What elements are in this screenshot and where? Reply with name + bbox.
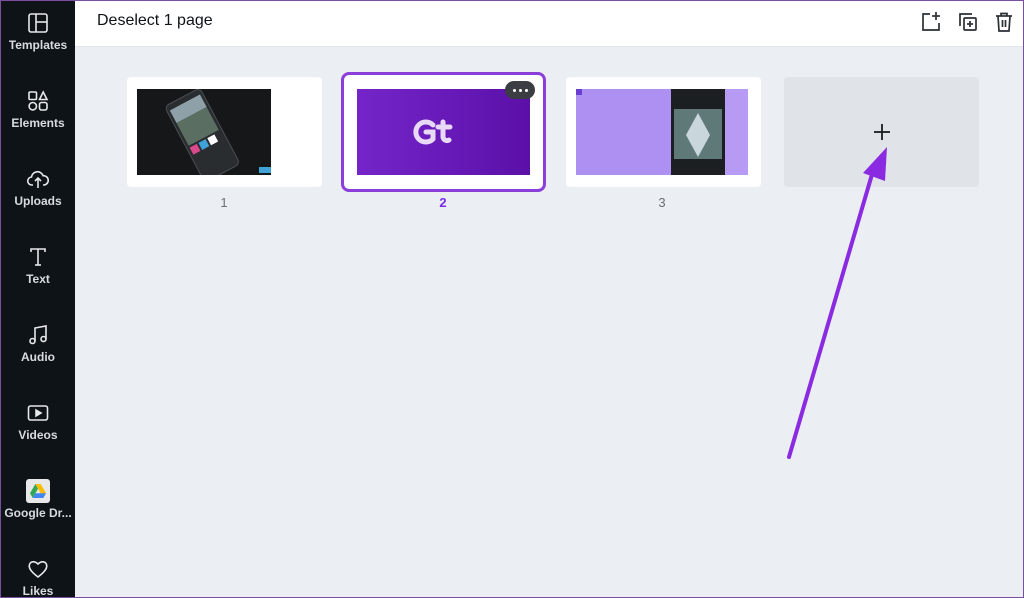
elements-icon <box>28 90 49 111</box>
add-page-button[interactable] <box>918 9 944 35</box>
deselect-pages-link[interactable]: Deselect 1 page <box>97 12 213 30</box>
header-bar: Deselect 1 page <box>75 1 1023 47</box>
page-number-3: 3 <box>658 195 666 210</box>
page-1-image <box>137 89 271 175</box>
dot-icon <box>512 88 516 92</box>
page-thumbnail-1[interactable] <box>127 77 322 187</box>
add-page-icon <box>922 12 940 31</box>
sidebar-item-label: Likes <box>22 584 54 598</box>
sidebar-item-likes[interactable]: Likes <box>1 547 75 598</box>
plus-icon <box>873 124 890 140</box>
sidebar-item-label: Videos <box>18 428 58 442</box>
phone-photo-image <box>137 89 271 175</box>
sidebar-item-videos[interactable]: Videos <box>1 391 75 453</box>
sidebar-item-uploads[interactable]: Uploads <box>1 157 75 219</box>
sidebar-item-label: Elements <box>11 116 65 130</box>
duplicate-page-icon <box>959 13 977 31</box>
sidebar-item-audio[interactable]: Audio <box>1 313 75 375</box>
music-note-icon <box>29 325 47 345</box>
sidebar: Templates Elements Uploads Text Audio Vi… <box>1 1 75 598</box>
sidebar-item-google-drive[interactable]: Google Dr... <box>1 469 75 531</box>
dot-icon <box>524 88 528 92</box>
page-3-image <box>576 89 748 175</box>
duplicate-page-button[interactable] <box>955 9 981 35</box>
text-icon <box>30 248 46 266</box>
sidebar-item-templates[interactable]: Templates <box>1 1 75 63</box>
app-window: Templates Elements Uploads Text Audio Vi… <box>0 0 1024 598</box>
trash-icon <box>996 12 1012 32</box>
sidebar-item-text[interactable]: Text <box>1 235 75 297</box>
sidebar-item-label: Google Dr... <box>4 506 72 520</box>
sidebar-item-label: Audio <box>21 350 55 364</box>
upload-cloud-icon <box>26 170 50 188</box>
templates-icon <box>28 13 48 33</box>
page-thumbnail-3[interactable] <box>566 77 761 187</box>
sidebar-item-label: Text <box>26 272 50 286</box>
split-photo-image <box>576 89 748 175</box>
video-icon <box>27 405 49 421</box>
heart-icon <box>28 561 48 579</box>
sidebar-item-label: Uploads <box>14 194 62 208</box>
dot-icon <box>518 88 522 92</box>
guiding-tech-logo <box>413 119 453 145</box>
sidebar-item-elements[interactable]: Elements <box>1 79 75 141</box>
google-drive-icon <box>26 479 50 503</box>
sidebar-item-label: Templates <box>8 38 68 52</box>
add-new-page-button[interactable] <box>784 77 979 187</box>
delete-page-button[interactable] <box>991 9 1017 35</box>
page-more-options-button[interactable] <box>505 81 535 99</box>
page-number-2: 2 <box>439 195 447 210</box>
page-number-1: 1 <box>220 195 228 210</box>
page-2-image <box>357 89 530 175</box>
